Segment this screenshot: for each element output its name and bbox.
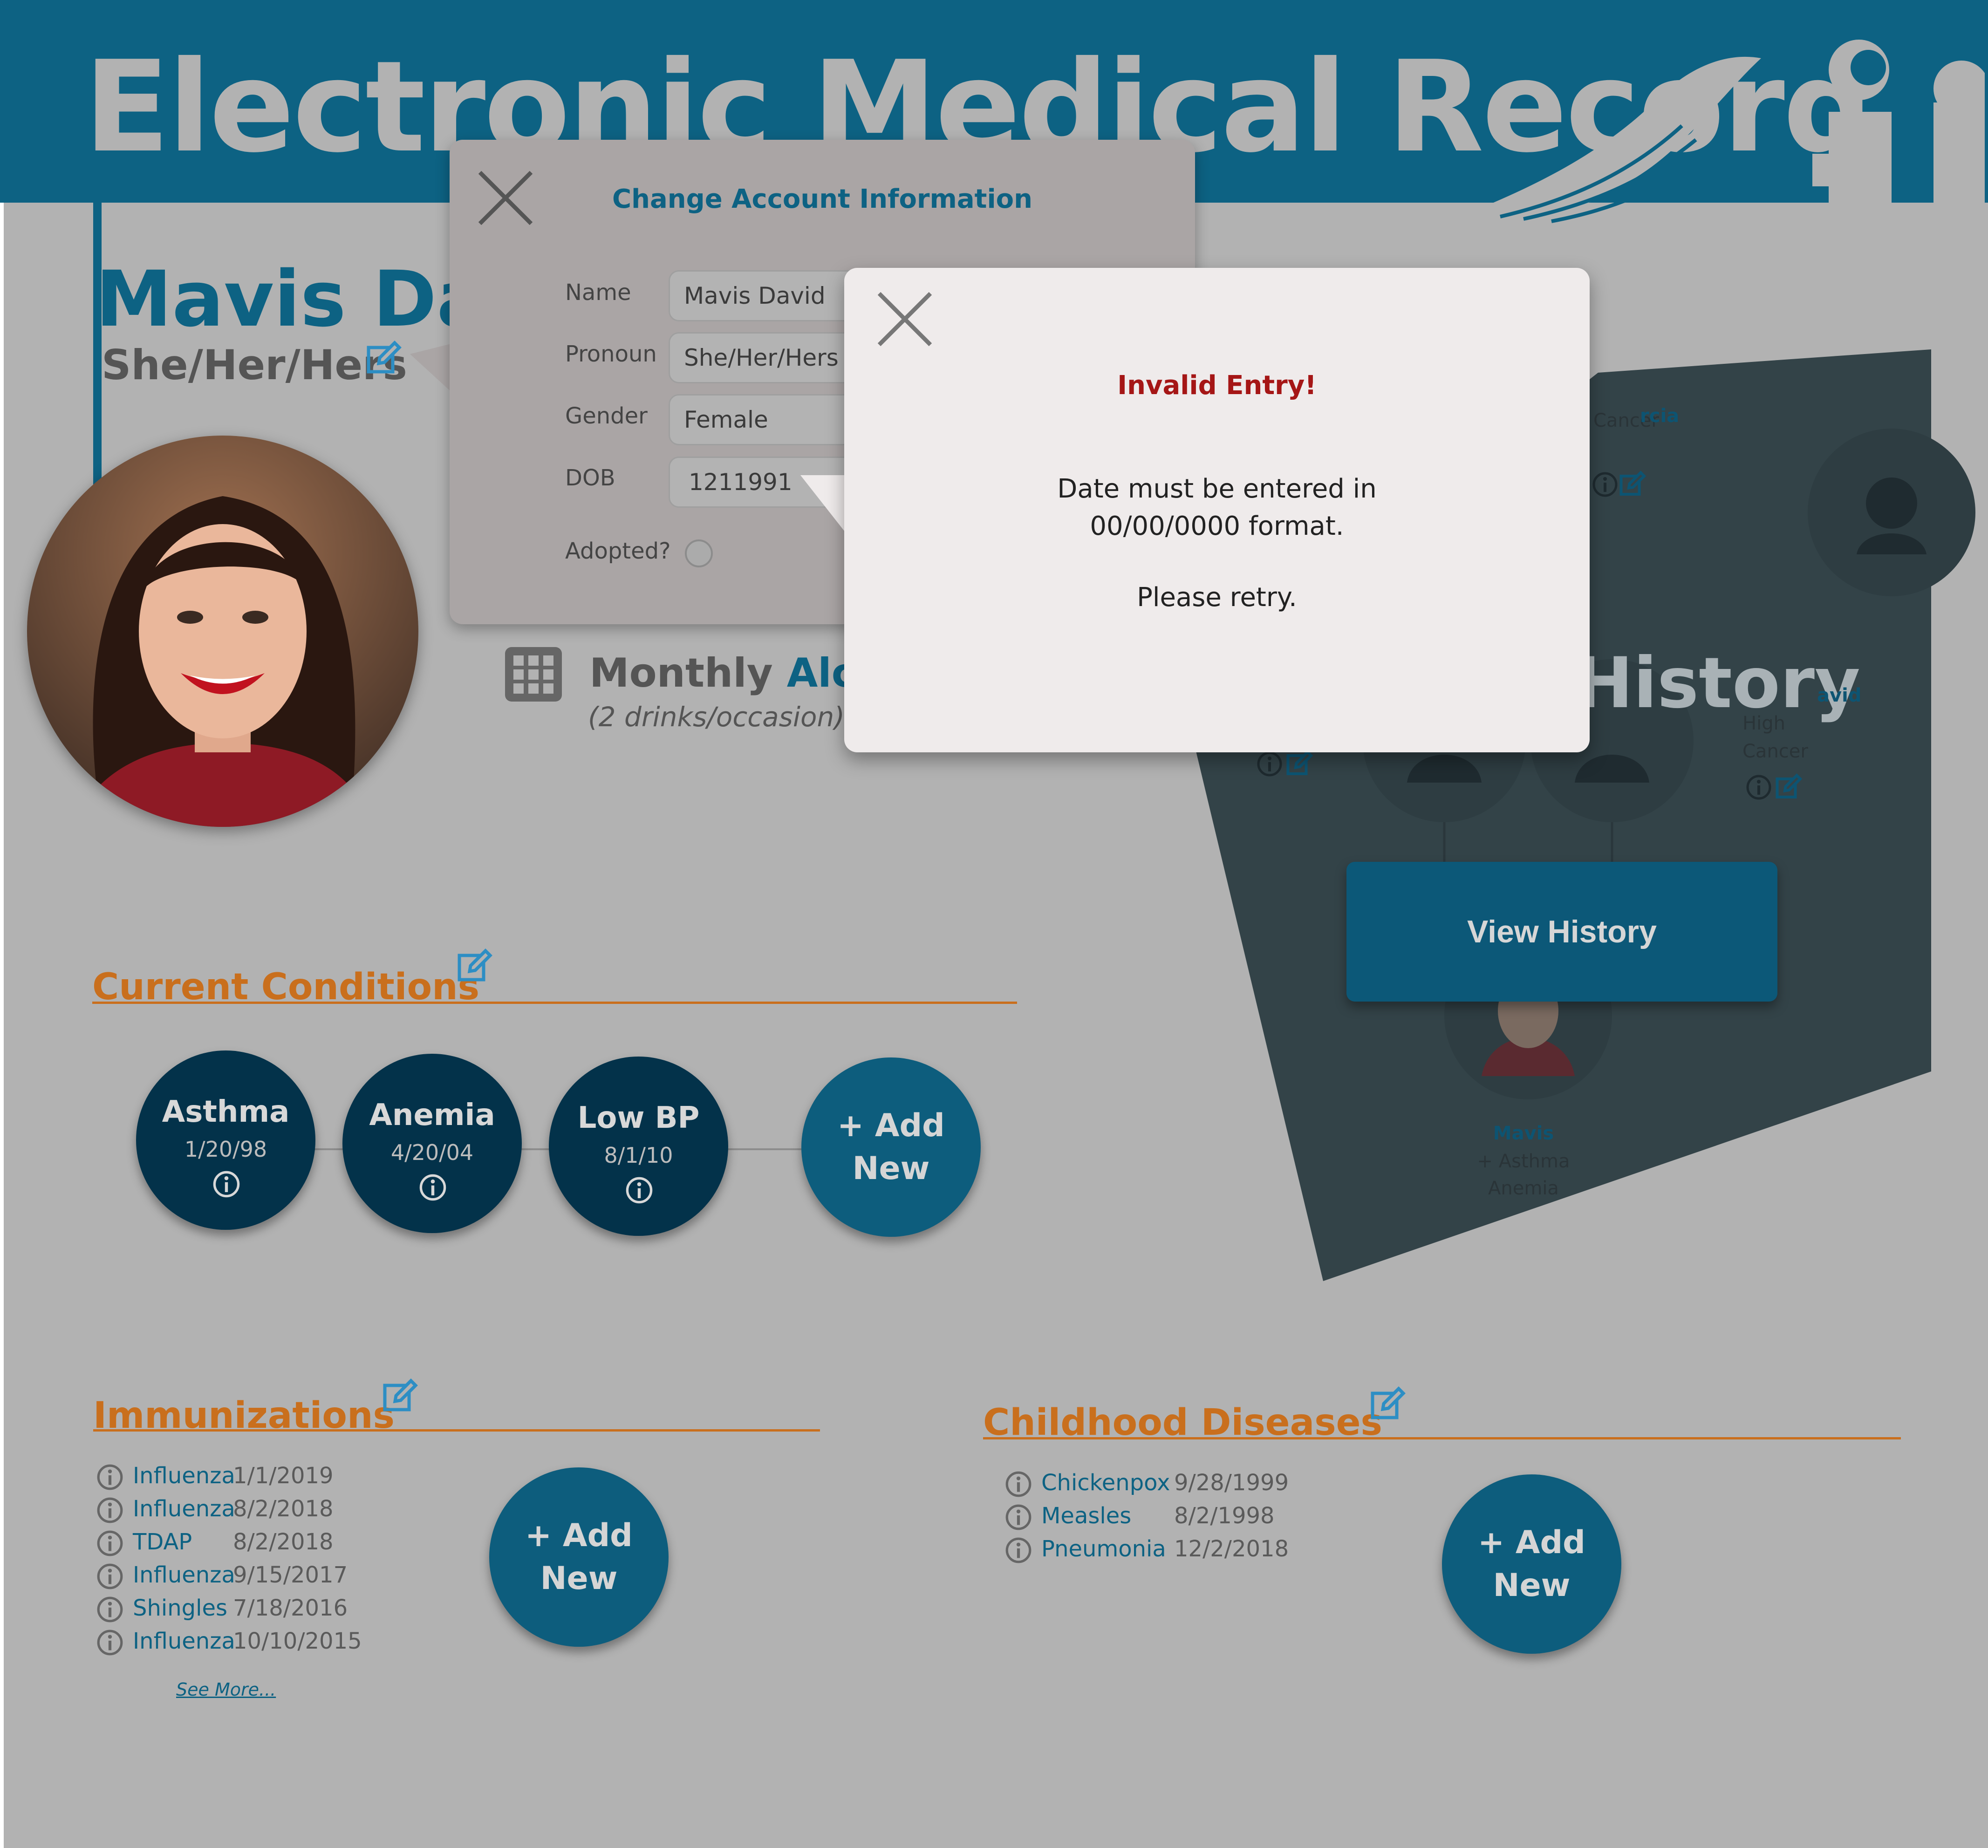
section-divider (92, 1002, 1017, 1004)
info-icon[interactable] (1745, 773, 1773, 803)
family-person-name: rcia (1640, 405, 1680, 427)
immunizations-title: Immunizations (93, 1395, 395, 1437)
info-icon[interactable] (1004, 1470, 1041, 1499)
info-icon[interactable] (1256, 750, 1284, 780)
error-message-line: Date must be entered in (1057, 474, 1377, 504)
info-icon[interactable] (418, 1173, 448, 1204)
item-date: 10/10/2015 (233, 1628, 362, 1654)
item-date: 12/2/2018 (1174, 1536, 1289, 1562)
family-history-title: History (1575, 643, 1860, 724)
edit-icon[interactable] (382, 1378, 419, 1415)
condition-date: 8/1/10 (604, 1143, 673, 1168)
list-item: TDAP 8/2/2018 (96, 1529, 334, 1558)
item-name[interactable]: Influenza (133, 1564, 235, 1586)
dialog-title: Change Account Information (612, 184, 1032, 214)
edit-icon[interactable] (1286, 750, 1314, 780)
item-date: 8/2/2018 (233, 1496, 334, 1522)
info-icon[interactable] (96, 1463, 133, 1492)
condition-name: Anemia (369, 1098, 495, 1132)
view-history-button[interactable]: View History (1346, 862, 1777, 1002)
info-icon[interactable] (1004, 1536, 1041, 1565)
item-name[interactable]: Chickenpox (1041, 1472, 1174, 1494)
list-item: Influenza1/1/2019 (96, 1463, 334, 1492)
adopted-label: Adopted? (565, 538, 671, 564)
close-icon[interactable] (874, 289, 935, 349)
error-retry-text: Please retry. (1137, 582, 1297, 613)
item-name[interactable]: Influenza (133, 1465, 235, 1487)
family-person-name: Mavis (1493, 1123, 1554, 1144)
error-message: Date must be entered in 00/00/0000 forma… (844, 471, 1590, 545)
family-person-condition: Cancer (1742, 741, 1808, 762)
condition-bubble[interactable]: Low BP 8/1/10 (549, 1057, 728, 1236)
add-button-label: New (852, 1150, 930, 1187)
add-button-label: New (1493, 1567, 1571, 1604)
family-person-condition: Anemia (1488, 1178, 1559, 1199)
add-button-label: + Add (1478, 1524, 1585, 1561)
error-message-line: 00/00/0000 format. (1090, 511, 1344, 541)
family-person-condition: + Asthma (1477, 1151, 1570, 1172)
item-date: 8/2/2018 (233, 1529, 334, 1555)
list-item: Measles 8/2/1998 (1004, 1503, 1275, 1532)
info-icon[interactable] (96, 1628, 133, 1657)
info-icon[interactable] (96, 1562, 133, 1591)
add-condition-button[interactable]: + Add New (801, 1057, 981, 1237)
edit-icon[interactable] (457, 948, 494, 985)
invalid-entry-dialog: Invalid Entry! Date must be entered in 0… (844, 268, 1590, 752)
item-name[interactable]: TDAP (133, 1531, 233, 1553)
edit-icon[interactable] (1775, 773, 1803, 803)
condition-name: Low BP (577, 1101, 700, 1135)
info-icon[interactable] (96, 1595, 133, 1624)
info-icon[interactable] (1004, 1503, 1041, 1532)
current-conditions-title: Current Conditions (92, 966, 480, 1008)
info-icon[interactable] (212, 1169, 241, 1201)
item-name[interactable]: Influenza (133, 1630, 235, 1652)
item-name[interactable]: Measles (1041, 1505, 1174, 1527)
field-label: Name (565, 280, 631, 306)
item-name[interactable]: Influenza (133, 1498, 235, 1520)
field-label: Pronoun (565, 341, 657, 367)
family-person-condition: High (1742, 713, 1785, 734)
list-item: Pneumonia 12/2/2018 (1004, 1536, 1289, 1565)
section-divider (983, 1437, 1901, 1439)
info-icon[interactable] (96, 1529, 133, 1558)
list-item: Shingles 7/18/2016 (96, 1595, 348, 1624)
add-button-label: + Add (525, 1517, 633, 1554)
childhood-diseases-title: Childhood Diseases (983, 1402, 1382, 1444)
item-date: 8/2/1998 (1174, 1503, 1275, 1529)
add-childhood-disease-button[interactable]: + Add New (1442, 1474, 1621, 1654)
edit-icon[interactable] (1370, 1386, 1407, 1423)
error-title: Invalid Entry! (1117, 370, 1317, 401)
section-divider (93, 1429, 820, 1432)
info-icon[interactable] (624, 1175, 654, 1207)
list-item: Chickenpox 9/28/1999 (1004, 1470, 1289, 1499)
field-label: Gender (565, 403, 648, 429)
item-date: 9/15/2017 (233, 1562, 348, 1588)
list-item: Influenza10/10/2015 (96, 1628, 362, 1657)
add-immunization-button[interactable]: + Add New (489, 1467, 669, 1647)
family-person-name: avid (1817, 685, 1862, 706)
list-item: Influenza9/15/2017 (96, 1562, 348, 1591)
info-icon[interactable] (1591, 471, 1619, 500)
item-name[interactable]: Pneumonia (1041, 1538, 1174, 1560)
edit-icon[interactable] (1619, 471, 1647, 500)
condition-name: Asthma (162, 1095, 290, 1129)
item-name[interactable]: Shingles (133, 1597, 233, 1619)
add-button-label: + Add (837, 1107, 945, 1144)
item-date: 9/28/1999 (1174, 1470, 1289, 1496)
info-icon[interactable] (96, 1496, 133, 1525)
condition-date: 1/20/98 (184, 1137, 267, 1162)
item-date: 1/1/2019 (233, 1463, 334, 1489)
condition-bubble[interactable]: Anemia 4/20/04 (342, 1054, 522, 1233)
add-button-label: New (540, 1560, 618, 1597)
list-item: Influenza8/2/2018 (96, 1496, 334, 1525)
condition-bubble[interactable]: Asthma 1/20/98 (136, 1050, 315, 1230)
item-date: 7/18/2016 (233, 1595, 348, 1621)
adopted-toggle[interactable] (685, 539, 713, 567)
see-more-link[interactable]: See More... (176, 1679, 276, 1700)
condition-date: 4/20/04 (390, 1140, 474, 1165)
field-label: DOB (565, 465, 615, 491)
